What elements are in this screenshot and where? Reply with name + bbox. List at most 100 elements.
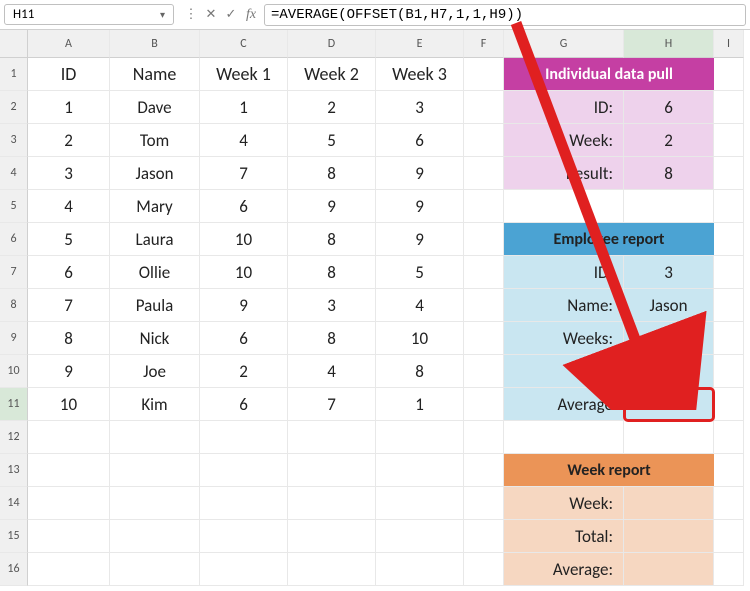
empty-I1[interactable] xyxy=(714,91,744,124)
cell-w3-5[interactable]: 9 xyxy=(376,223,464,256)
empty-A12[interactable] xyxy=(28,454,110,487)
cell-name-7[interactable]: Paula xyxy=(110,289,200,322)
column-header-G[interactable]: G xyxy=(504,30,624,58)
cell-id-10[interactable]: 10 xyxy=(28,388,110,421)
cell-id-7[interactable]: 7 xyxy=(28,289,110,322)
row-header-16[interactable]: 16 xyxy=(0,553,28,586)
cell-w3-9[interactable]: 8 xyxy=(376,355,464,388)
row-header-14[interactable]: 14 xyxy=(0,487,28,520)
cell-w2-3[interactable]: 8 xyxy=(288,157,376,190)
column-header-D[interactable]: D xyxy=(288,30,376,58)
empty-F14[interactable] xyxy=(464,520,504,553)
cell-w3-1[interactable]: 3 xyxy=(376,91,464,124)
column-header-H[interactable]: H xyxy=(624,30,714,58)
emp-id-label[interactable]: ID: xyxy=(504,256,624,289)
cell-w2-10[interactable]: 7 xyxy=(288,388,376,421)
empty-A15[interactable] xyxy=(28,553,110,586)
empty-F8[interactable] xyxy=(464,322,504,355)
cell-w1-10[interactable]: 6 xyxy=(200,388,288,421)
cell-w1-5[interactable]: 10 xyxy=(200,223,288,256)
empty-F0[interactable] xyxy=(464,58,504,91)
emp-id-value[interactable]: 3 xyxy=(624,256,714,289)
cell-w2-5[interactable]: 8 xyxy=(288,223,376,256)
empty-I13[interactable] xyxy=(714,487,744,520)
week-total-label[interactable]: Total: xyxy=(504,520,624,553)
empty-D12[interactable] xyxy=(288,454,376,487)
header-week3[interactable]: Week 3 xyxy=(376,58,464,91)
column-header-F[interactable]: F xyxy=(464,30,504,58)
empty-F9[interactable] xyxy=(464,355,504,388)
row-header-4[interactable]: 4 xyxy=(0,157,28,190)
empty-C15[interactable] xyxy=(200,553,288,586)
row-header-7[interactable]: 7 xyxy=(0,256,28,289)
cell-name-10[interactable]: Kim xyxy=(110,388,200,421)
cell-name-5[interactable]: Laura xyxy=(110,223,200,256)
cell-w2-1[interactable]: 2 xyxy=(288,91,376,124)
empty-I14[interactable] xyxy=(714,520,744,553)
cell-w1-6[interactable]: 10 xyxy=(200,256,288,289)
row-header-11[interactable]: 11 xyxy=(0,388,28,421)
row-header-1[interactable]: 1 xyxy=(0,58,28,91)
empty-B12[interactable] xyxy=(110,454,200,487)
empty-I10[interactable] xyxy=(714,388,744,421)
empty-F2[interactable] xyxy=(464,124,504,157)
empty-E13[interactable] xyxy=(376,487,464,520)
empty-D13[interactable] xyxy=(288,487,376,520)
empty-A11[interactable] xyxy=(28,421,110,454)
empty-C12[interactable] xyxy=(200,454,288,487)
emp-total-label[interactable]: Total: xyxy=(504,355,624,388)
employee-report-header[interactable]: Employee report xyxy=(504,223,714,256)
column-header-E[interactable]: E xyxy=(376,30,464,58)
cell-name-8[interactable]: Nick xyxy=(110,322,200,355)
cell-w1-4[interactable]: 6 xyxy=(200,190,288,223)
week-avg-label[interactable]: Average: xyxy=(504,553,624,586)
cell-w3-10[interactable]: 1 xyxy=(376,388,464,421)
cancel-icon[interactable]: ✕ xyxy=(202,7,220,22)
empty-I6[interactable] xyxy=(714,256,744,289)
emp-name-label[interactable]: Name: xyxy=(504,289,624,322)
cell-w2-7[interactable]: 3 xyxy=(288,289,376,322)
row-header-8[interactable]: 8 xyxy=(0,289,28,322)
pull-week-label[interactable]: Week: xyxy=(504,124,624,157)
pull-id-label[interactable]: ID: xyxy=(504,91,624,124)
emp-weeks-value[interactable]: 3 xyxy=(624,322,714,355)
cell-id-1[interactable]: 1 xyxy=(28,91,110,124)
cell-id-2[interactable]: 2 xyxy=(28,124,110,157)
pull-result-label[interactable]: Result: xyxy=(504,157,624,190)
empty-C14[interactable] xyxy=(200,520,288,553)
cell-id-5[interactable]: 5 xyxy=(28,223,110,256)
empty-I4[interactable] xyxy=(714,190,744,223)
empty-I9[interactable] xyxy=(714,355,744,388)
emp-weeks-label[interactable]: Weeks: xyxy=(504,322,624,355)
empty-G4[interactable] xyxy=(504,190,624,223)
row-header-6[interactable]: 6 xyxy=(0,223,28,256)
pull-week-value[interactable]: 2 xyxy=(624,124,714,157)
cell-w3-2[interactable]: 6 xyxy=(376,124,464,157)
check-icon[interactable]: ✓ xyxy=(222,7,240,22)
week-total-value[interactable] xyxy=(624,520,714,553)
empty-F5[interactable] xyxy=(464,223,504,256)
cell-w2-2[interactable]: 5 xyxy=(288,124,376,157)
empty-F6[interactable] xyxy=(464,256,504,289)
empty-D15[interactable] xyxy=(288,553,376,586)
cell-w3-4[interactable]: 9 xyxy=(376,190,464,223)
empty-H11[interactable] xyxy=(624,421,714,454)
empty-I2[interactable] xyxy=(714,124,744,157)
cell-name-4[interactable]: Mary xyxy=(110,190,200,223)
empty-I15[interactable] xyxy=(714,553,744,586)
empty-I12[interactable] xyxy=(714,454,744,487)
cell-w1-9[interactable]: 2 xyxy=(200,355,288,388)
cell-w1-7[interactable]: 9 xyxy=(200,289,288,322)
empty-D14[interactable] xyxy=(288,520,376,553)
column-header-I[interactable]: I xyxy=(714,30,744,58)
row-header-10[interactable]: 10 xyxy=(0,355,28,388)
column-header-B[interactable]: B xyxy=(110,30,200,58)
cell-name-9[interactable]: Joe xyxy=(110,355,200,388)
empty-F7[interactable] xyxy=(464,289,504,322)
empty-B14[interactable] xyxy=(110,520,200,553)
cell-w2-8[interactable]: 8 xyxy=(288,322,376,355)
pull-id-value[interactable]: 6 xyxy=(624,91,714,124)
cell-w3-6[interactable]: 5 xyxy=(376,256,464,289)
cell-name-2[interactable]: Tom xyxy=(110,124,200,157)
emp-avg-value[interactable]: 8 xyxy=(624,388,714,421)
